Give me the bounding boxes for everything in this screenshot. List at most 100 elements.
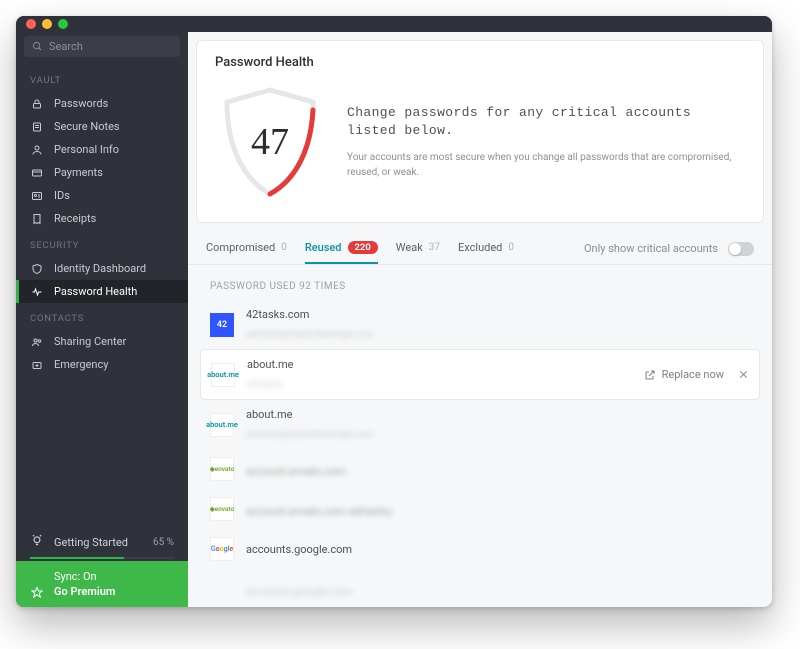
- list-item[interactable]: Google accounts.google.com: [192, 529, 768, 569]
- password-list: PASSWORD USED 92 TIMES 42 42tasks.com ad…: [188, 265, 772, 607]
- tab-label: Excluded: [458, 241, 502, 254]
- tab-reused[interactable]: Reused 220: [305, 241, 378, 264]
- sidebar-item-label: Secure Notes: [54, 120, 120, 133]
- section-vault-title: VAULT: [16, 65, 188, 92]
- sidebar-item-payments[interactable]: Payments: [16, 161, 188, 184]
- lock-icon: [30, 98, 44, 110]
- section-contacts-title: CONTACTS: [16, 303, 188, 330]
- row-title: 42tasks.com: [246, 308, 374, 321]
- list-item[interactable]: about.me about.me adriantry@tryanothersi…: [192, 400, 768, 449]
- row-title: about.me: [246, 408, 374, 421]
- toggle-knob: [729, 243, 741, 255]
- sidebar-item-sharing-center[interactable]: Sharing Center: [16, 330, 188, 353]
- sidebar-item-label: Emergency: [54, 358, 108, 371]
- critical-accounts-label: Only show critical accounts: [584, 242, 718, 255]
- people-icon: [30, 336, 44, 348]
- tab-compromised[interactable]: Compromised 0: [206, 241, 287, 264]
- tab-label: Compromised: [206, 241, 275, 254]
- sidebar-item-label: Passwords: [54, 97, 108, 110]
- search-placeholder: Search: [49, 40, 83, 53]
- row-subtitle: adriantry@tryanothersingle.com: [246, 330, 374, 340]
- sync-label: Sync: On: [54, 570, 97, 583]
- minimize-window-button[interactable]: [42, 19, 52, 29]
- list-item[interactable]: ◆envato account.envato.com: [192, 449, 768, 489]
- tabs-row: Compromised 0 Reused 220 Weak 37 Exclude…: [188, 231, 772, 265]
- getting-started-label: Getting Started: [54, 536, 128, 549]
- site-favicon-42: 42: [210, 313, 234, 337]
- score-subtext: Your accounts are most secure when you c…: [347, 150, 745, 180]
- go-premium-button[interactable]: Go Premium: [30, 584, 174, 599]
- sidebar-item-passwords[interactable]: Passwords: [16, 92, 188, 115]
- close-icon[interactable]: [738, 369, 749, 380]
- row-title: account.envato.com: [246, 465, 346, 478]
- site-favicon-envato: ◆envato: [210, 457, 234, 481]
- critical-accounts-toggle[interactable]: [728, 242, 754, 256]
- tab-count-pill: 220: [348, 241, 378, 254]
- list-item[interactable]: about.me about.me adriantry Replace now: [200, 349, 760, 400]
- progress-fill: [30, 557, 124, 559]
- card-icon: [30, 167, 44, 179]
- search-icon: [32, 41, 43, 52]
- heartbeat-icon: [30, 286, 44, 298]
- close-window-button[interactable]: [26, 19, 36, 29]
- getting-started-percent: 65 %: [153, 537, 174, 548]
- row-subtitle: adriantry@tryanothersingle.com: [246, 430, 374, 440]
- list-item[interactable]: ◆envato account.envato.com adriantry: [192, 489, 768, 529]
- tab-count: 0: [508, 242, 514, 253]
- row-subtitle: adriantry: [247, 380, 282, 390]
- emergency-icon: [30, 359, 44, 371]
- score-shield: 47: [215, 82, 325, 202]
- sidebar-item-label: Personal Info: [54, 143, 119, 156]
- star-icon: [30, 586, 44, 598]
- list-item[interactable]: accounts.google.com: [192, 569, 768, 607]
- lightbulb-icon: [30, 534, 44, 551]
- tab-count: 37: [429, 242, 440, 253]
- site-favicon-envato: ◆envato: [210, 497, 234, 521]
- external-link-icon: [644, 369, 656, 381]
- sidebar-item-label: IDs: [54, 189, 70, 202]
- tab-label: Weak: [396, 241, 423, 254]
- progress-bar: [30, 557, 174, 559]
- site-favicon-about: about.me: [210, 413, 234, 437]
- sidebar-item-label: Payments: [54, 166, 103, 179]
- section-security-title: SECURITY: [16, 230, 188, 257]
- search-input[interactable]: Search: [24, 36, 180, 57]
- sidebar-item-label: Receipts: [54, 212, 96, 225]
- list-item[interactable]: 42 42tasks.com adriantry@tryanothersingl…: [192, 300, 768, 349]
- health-score: 47: [251, 120, 289, 164]
- main-content: Password Health 47 Change passwords for …: [188, 32, 772, 607]
- sidebar-item-personal-info[interactable]: Personal Info: [16, 138, 188, 161]
- tab-excluded[interactable]: Excluded 0: [458, 241, 514, 264]
- getting-started[interactable]: Getting Started 65 %: [16, 524, 188, 561]
- sidebar-item-label: Identity Dashboard: [54, 262, 146, 275]
- note-icon: [30, 121, 44, 133]
- tab-weak[interactable]: Weak 37: [396, 241, 440, 264]
- shield-icon: [30, 263, 44, 275]
- sidebar-item-label: Password Health: [54, 285, 137, 298]
- card-title: Password Health: [215, 55, 745, 70]
- sidebar-item-identity-dashboard[interactable]: Identity Dashboard: [16, 257, 188, 280]
- sidebar-item-secure-notes[interactable]: Secure Notes: [16, 115, 188, 138]
- sidebar-item-receipts[interactable]: Receipts: [16, 207, 188, 230]
- row-title: account.envato.com adriantry: [246, 505, 392, 518]
- receipt-icon: [30, 213, 44, 225]
- sidebar-item-emergency[interactable]: Emergency: [16, 353, 188, 376]
- sync-status[interactable]: Sync: On: [30, 569, 174, 584]
- sidebar: Search VAULT Passwords Secure Notes Pers…: [16, 32, 188, 607]
- row-title: accounts.google.com: [246, 543, 352, 556]
- titlebar: [16, 16, 772, 32]
- sidebar-item-ids[interactable]: IDs: [16, 184, 188, 207]
- replace-now-label: Replace now: [662, 368, 724, 381]
- health-card: Password Health 47 Change passwords for …: [196, 40, 764, 223]
- id-icon: [30, 190, 44, 202]
- score-heading: Change passwords for any critical accoun…: [347, 104, 745, 139]
- person-icon: [30, 144, 44, 156]
- premium-label: Go Premium: [54, 585, 115, 598]
- sidebar-item-password-health[interactable]: Password Health: [16, 280, 188, 303]
- zoom-window-button[interactable]: [58, 19, 68, 29]
- group-header: PASSWORD USED 92 TIMES: [192, 265, 768, 300]
- sidebar-item-label: Sharing Center: [54, 335, 126, 348]
- sidebar-footer: Sync: On Go Premium: [16, 561, 188, 607]
- replace-now-button[interactable]: Replace now: [644, 368, 724, 381]
- row-title: accounts.google.com: [246, 585, 352, 598]
